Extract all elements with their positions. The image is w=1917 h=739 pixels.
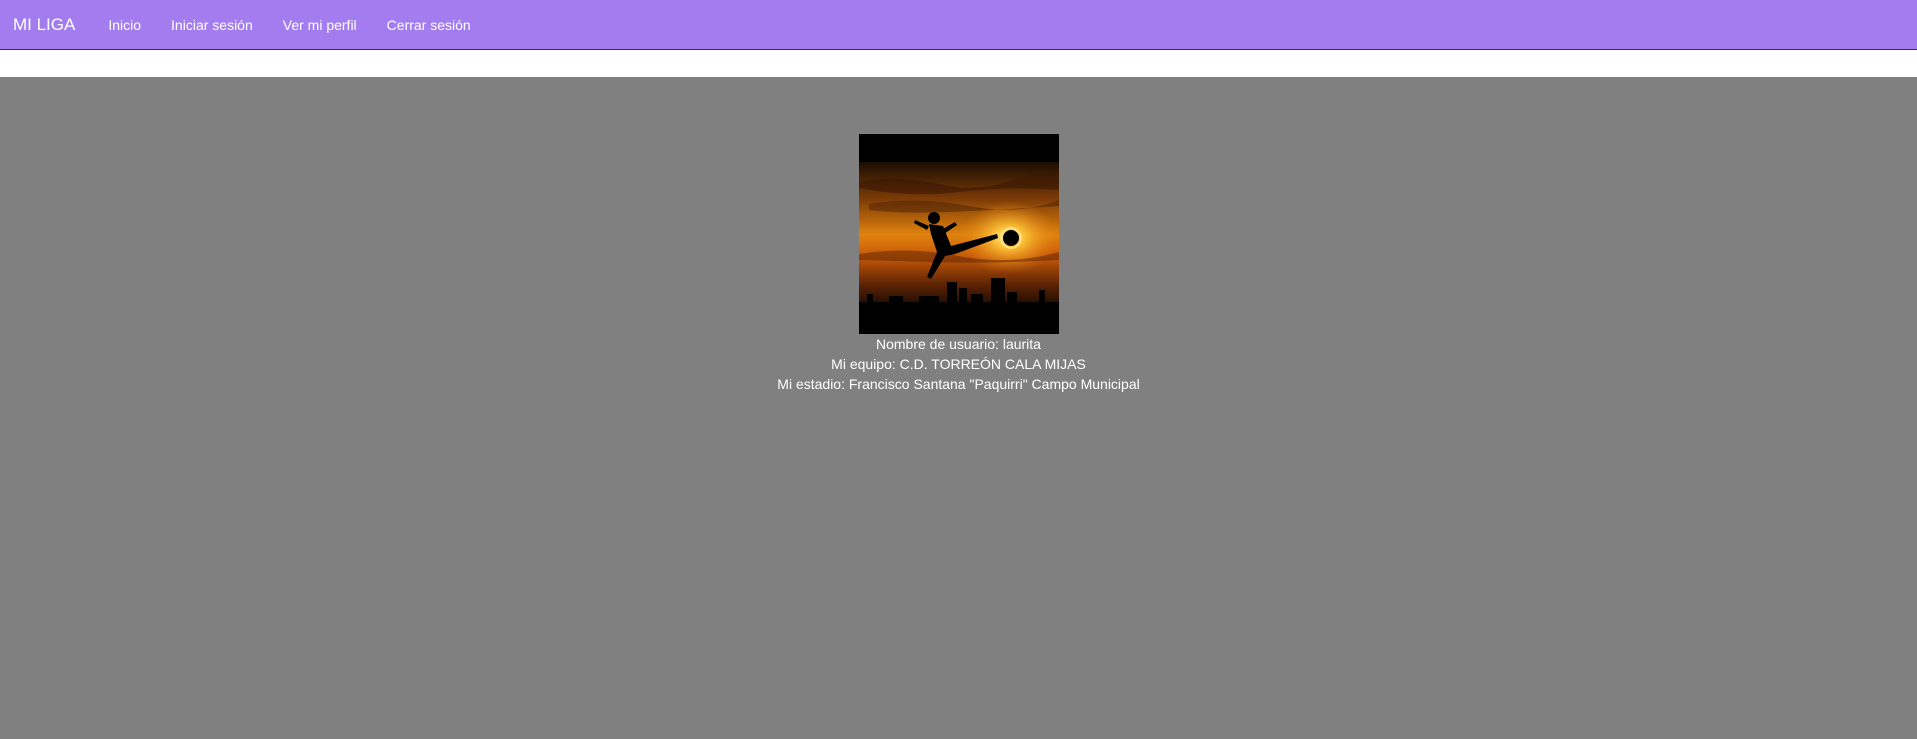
team-text: Mi equipo: C.D. TORREÓN CALA MIJAS [831, 356, 1086, 372]
nav-link-iniciar-sesion[interactable]: Iniciar sesión [171, 17, 253, 33]
stadium-text: Mi estadio: Francisco Santana "Paquirri"… [777, 376, 1140, 392]
nav-link-cerrar-sesion[interactable]: Cerrar sesión [387, 17, 471, 33]
username-text: Nombre de usuario: laurita [876, 336, 1041, 352]
profile-image [858, 134, 1059, 334]
profile-section: Nombre de usuario: laurita Mi equipo: C.… [0, 134, 1917, 394]
header-spacer [0, 50, 1917, 77]
brand-link[interactable]: MI LIGA [13, 15, 75, 35]
soccer-player-sunset-image [858, 134, 1059, 334]
top-navbar: MI LIGA Inicio Iniciar sesión Ver mi per… [0, 0, 1917, 50]
nav-link-ver-mi-perfil[interactable]: Ver mi perfil [283, 17, 357, 33]
nav-link-inicio[interactable]: Inicio [108, 17, 141, 33]
